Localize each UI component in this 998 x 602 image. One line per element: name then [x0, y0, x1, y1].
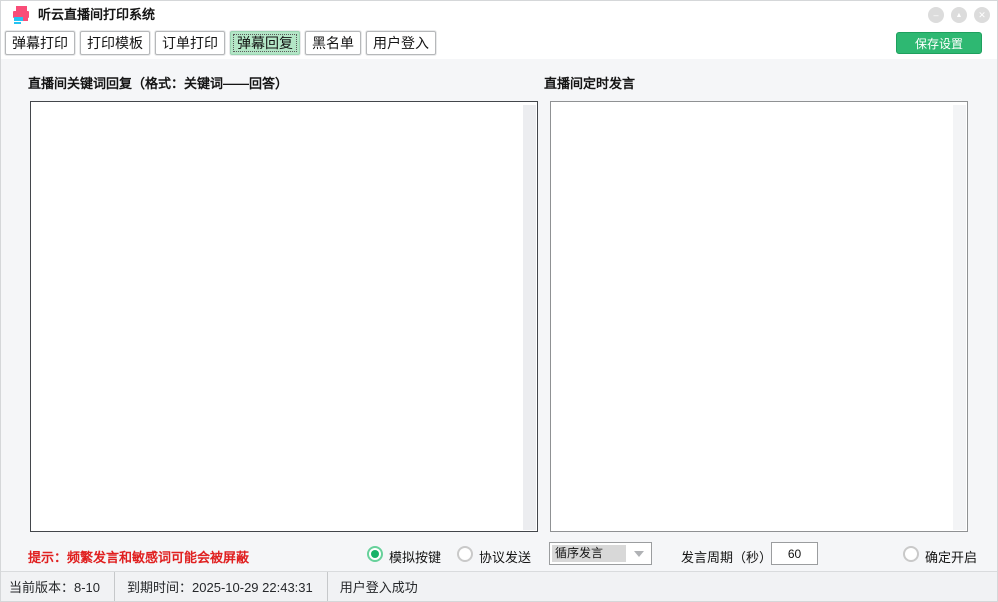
app-window: 听云直播间打印系统 – ▲ ✕ 弹幕打印 打印模板 订单打印 弹幕回复 黑名单 …	[0, 0, 998, 602]
warning-hint: 提示：频繁发言和敏感词可能会被屏蔽	[28, 547, 249, 566]
tab-bar: 弹幕打印 打印模板 订单打印 弹幕回复 黑名单 用户登入 保存设置	[1, 29, 997, 59]
speak-order-value: 循序发言	[552, 545, 626, 562]
protocol-send-label[interactable]: 协议发送	[479, 547, 531, 566]
tab-user-login[interactable]: 用户登入	[366, 31, 436, 55]
tabs: 弹幕打印 打印模板 订单打印 弹幕回复 黑名单 用户登入	[5, 31, 436, 55]
app-title: 听云直播间打印系统	[38, 1, 155, 29]
tab-danmu-print[interactable]: 弹幕打印	[5, 31, 75, 55]
timed-message-label: 直播间定时发言	[544, 73, 635, 92]
speak-order-dropdown[interactable]: 循序发言	[549, 542, 652, 565]
save-settings-button[interactable]: 保存设置	[896, 32, 982, 54]
tab-blacklist[interactable]: 黑名单	[305, 31, 361, 55]
period-label: 发言周期（秒）	[681, 547, 772, 566]
timed-message-content	[553, 104, 951, 529]
chevron-down-icon	[634, 551, 644, 557]
minimize-icon[interactable]: –	[928, 7, 944, 23]
window-controls: – ▲ ✕	[928, 7, 990, 23]
status-bar: 当前版本：8-10 到期时间：2025-10-29 22:43:31 用户登入成…	[1, 571, 997, 601]
keyword-reply-textarea[interactable]	[30, 101, 538, 532]
keyword-reply-label: 直播间关键词回复（格式：关键词——回答）	[28, 73, 288, 92]
enable-start-label[interactable]: 确定开启	[925, 547, 977, 566]
simulate-keys-label[interactable]: 模拟按键	[389, 547, 441, 566]
protocol-send-radio[interactable]	[457, 546, 473, 562]
printer-icon	[11, 5, 31, 25]
enable-start-radio[interactable]	[903, 546, 919, 562]
timed-message-scrollbar[interactable]	[953, 105, 966, 530]
close-icon[interactable]: ✕	[974, 7, 990, 23]
keyword-reply-scrollbar[interactable]	[523, 105, 536, 530]
tab-order-print[interactable]: 订单打印	[155, 31, 225, 55]
status-expire-time: 到期时间：2025-10-29 22:43:31	[115, 572, 327, 601]
tab-print-template[interactable]: 打印模板	[80, 31, 150, 55]
keyword-reply-content	[33, 104, 521, 529]
maximize-icon[interactable]: ▲	[951, 7, 967, 23]
tab-danmu-reply[interactable]: 弹幕回复	[230, 31, 300, 55]
title-bar: 听云直播间打印系统 – ▲ ✕	[1, 1, 997, 29]
status-version: 当前版本：8-10	[1, 572, 114, 601]
timed-message-textarea[interactable]	[550, 101, 968, 532]
period-input[interactable]	[771, 542, 818, 565]
simulate-keys-radio[interactable]	[367, 546, 383, 562]
status-login: 用户登入成功	[328, 572, 418, 601]
